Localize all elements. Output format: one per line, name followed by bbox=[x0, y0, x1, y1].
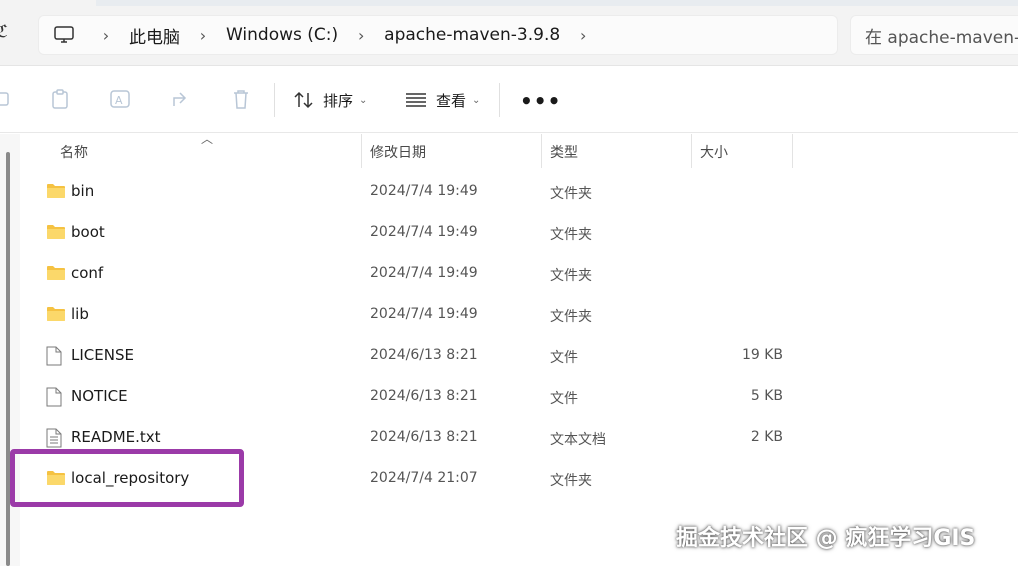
file-type: 文件夹 bbox=[550, 268, 592, 284]
file-size: 2 KB bbox=[750, 429, 783, 445]
file-date: 2024/7/4 19:49 bbox=[370, 265, 478, 281]
svg-text:A: A bbox=[115, 94, 123, 107]
column-divider[interactable] bbox=[792, 134, 793, 168]
file-size: 5 KB bbox=[750, 388, 783, 404]
file-row[interactable]: bin 2024/7/4 19:49 文件夹 bbox=[20, 171, 1018, 212]
breadcrumb-this-pc[interactable]: 此电脑 bbox=[123, 23, 186, 48]
chevron-down-icon: ⌄ bbox=[359, 94, 368, 106]
file-row[interactable]: NOTICE 2024/6/13 8:21 文件 5 KB bbox=[20, 376, 1018, 417]
folder-icon bbox=[46, 182, 66, 200]
breadcrumb-drive-c[interactable]: Windows (C:) bbox=[220, 25, 344, 45]
file-type: 文本文档 bbox=[550, 432, 606, 448]
delete-icon[interactable] bbox=[229, 87, 253, 111]
breadcrumb-maven-folder[interactable]: apache-maven-3.9.8 bbox=[378, 25, 566, 45]
file-type: 文件 bbox=[550, 350, 578, 366]
highlight-annotation bbox=[10, 449, 244, 507]
file-type: 文件 bbox=[550, 391, 578, 407]
sort-ascending-icon: ︿ bbox=[201, 132, 214, 146]
view-label: 查看 bbox=[436, 91, 467, 110]
file-name: boot bbox=[71, 223, 105, 241]
view-button[interactable]: 查看 ⌄ bbox=[405, 83, 480, 117]
file-name: lib bbox=[71, 305, 89, 323]
file-row[interactable]: conf 2024/7/4 19:49 文件夹 bbox=[20, 253, 1018, 294]
toolbar-divider bbox=[274, 83, 275, 117]
file-row[interactable]: LICENSE 2024/6/13 8:21 文件 19 KB bbox=[20, 335, 1018, 376]
address-bar[interactable]: › 此电脑 › Windows (C:) › apache-maven-3.9.… bbox=[38, 15, 838, 55]
chevron-right-icon[interactable]: › bbox=[95, 26, 117, 45]
file-row[interactable]: boot 2024/7/4 19:49 文件夹 bbox=[20, 212, 1018, 253]
file-name: README.txt bbox=[71, 428, 161, 446]
file-type: 文件夹 bbox=[550, 186, 592, 202]
file-date: 2024/7/4 21:07 bbox=[370, 470, 478, 486]
file-type: 文件夹 bbox=[550, 227, 592, 243]
file-size: 19 KB bbox=[741, 347, 783, 363]
view-icon bbox=[405, 92, 427, 108]
watermark: 掘金技术社区 @ 疯狂学习GIS bbox=[676, 526, 976, 551]
file-icon bbox=[46, 387, 66, 407]
file-date: 2024/7/4 19:49 bbox=[370, 306, 478, 322]
file-name: bin bbox=[71, 182, 95, 200]
toolbar-divider bbox=[499, 83, 500, 117]
column-divider[interactable] bbox=[541, 134, 542, 168]
folder-icon bbox=[46, 223, 66, 241]
tab-strip-edge bbox=[96, 0, 1018, 6]
title-bar: ℭ › 此电脑 › Windows (C:) › apache-maven-3.… bbox=[0, 0, 1018, 66]
column-header-row: ︿ 名称 修改日期 类型 大小 bbox=[20, 132, 1018, 168]
chevron-right-icon[interactable]: › bbox=[572, 26, 594, 45]
column-header-type[interactable]: 类型 bbox=[550, 142, 578, 162]
column-header-date[interactable]: 修改日期 bbox=[370, 142, 426, 162]
cut-icon[interactable] bbox=[0, 87, 14, 111]
back-fragment-icon[interactable]: ℭ bbox=[0, 22, 8, 42]
file-icon bbox=[46, 346, 66, 366]
command-bar: A 排序 ⌄ 查看 ⌄ ••• bbox=[0, 67, 1018, 133]
column-divider[interactable] bbox=[361, 134, 362, 168]
file-date: 2024/6/13 8:21 bbox=[370, 347, 478, 363]
file-type: 文件夹 bbox=[550, 473, 592, 489]
sort-label: 排序 bbox=[323, 91, 354, 110]
file-date: 2024/7/4 19:49 bbox=[370, 183, 478, 199]
file-name: LICENSE bbox=[71, 346, 134, 364]
file-name: NOTICE bbox=[71, 387, 128, 405]
file-row[interactable]: lib 2024/7/4 19:49 文件夹 bbox=[20, 294, 1018, 335]
chevron-right-icon[interactable]: › bbox=[350, 26, 372, 45]
column-header-name[interactable]: 名称 bbox=[60, 142, 88, 162]
file-date: 2024/6/13 8:21 bbox=[370, 429, 478, 445]
text-file-icon bbox=[46, 428, 66, 448]
file-date: 2024/6/13 8:21 bbox=[370, 388, 478, 404]
column-header-size[interactable]: 大小 bbox=[700, 142, 728, 162]
search-input[interactable]: 在 apache-maven-3 bbox=[850, 15, 1018, 55]
rename-icon[interactable]: A bbox=[108, 87, 132, 111]
sort-icon bbox=[293, 90, 315, 110]
file-name: conf bbox=[71, 264, 104, 282]
chevron-down-icon: ⌄ bbox=[472, 94, 481, 106]
column-divider[interactable] bbox=[691, 134, 692, 168]
chevron-right-icon[interactable]: › bbox=[192, 26, 214, 45]
paste-icon[interactable] bbox=[48, 87, 72, 111]
computer-icon[interactable] bbox=[53, 24, 75, 46]
sort-button[interactable]: 排序 ⌄ bbox=[293, 83, 367, 117]
folder-icon bbox=[46, 264, 66, 282]
file-type: 文件夹 bbox=[550, 309, 592, 325]
more-options-button[interactable]: ••• bbox=[520, 89, 561, 113]
folder-icon bbox=[46, 305, 66, 323]
share-icon[interactable] bbox=[169, 87, 193, 111]
file-date: 2024/7/4 19:49 bbox=[370, 224, 478, 240]
